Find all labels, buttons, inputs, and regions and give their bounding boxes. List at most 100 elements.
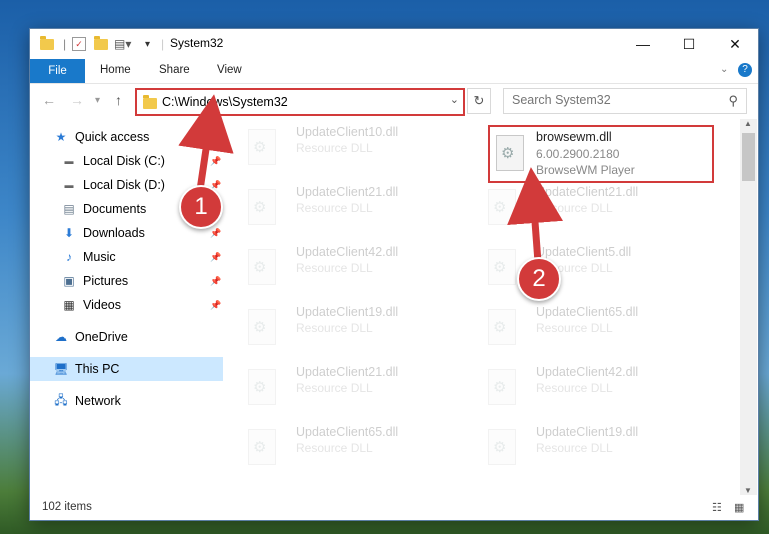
chevron-down-icon[interactable]: ▾ xyxy=(145,35,150,53)
chevron-down-icon[interactable]: ⌄ xyxy=(450,93,459,106)
tab-view[interactable]: View xyxy=(217,64,242,76)
address-row: ← → ▾ ↑ C:\Windows\System32 ⌄ ↻ ⚲ xyxy=(30,84,758,117)
drive-icon: ▬ xyxy=(64,156,74,166)
file-type: Resource DLL xyxy=(536,321,613,335)
vertical-scrollbar[interactable]: ▲ ▼ xyxy=(740,119,757,495)
refresh-button[interactable]: ↻ xyxy=(467,88,491,114)
scroll-up-icon[interactable]: ▲ xyxy=(744,119,752,128)
help-icon[interactable]: ? xyxy=(738,63,752,77)
file-item-browsewm[interactable]: browsewm.dll 6.00.2900.2180 BrowseWM Pla… xyxy=(488,125,714,183)
scrollbar-thumb[interactable] xyxy=(742,133,755,181)
file-name: UpdateClient65.dll xyxy=(296,425,399,439)
documents-icon: ▤ xyxy=(63,202,75,216)
forward-arrow-icon[interactable]: → xyxy=(70,92,84,108)
ribbon: File Home Share View ⌄ ? xyxy=(30,59,758,84)
file-tab[interactable]: File xyxy=(30,59,85,83)
sidebar-item-music[interactable]: ♪ Music 📌 xyxy=(30,245,223,269)
file-item[interactable]: UpdateClient21.dll Resource DLL xyxy=(470,179,700,233)
step-marker-1: 1 xyxy=(179,185,223,229)
file-name: UpdateClient21.dll xyxy=(536,185,639,199)
file-name: UpdateClient19.dll xyxy=(536,425,639,439)
maximize-button[interactable]: ☐ xyxy=(666,29,712,59)
customize-qa-icon[interactable]: ▤▾ xyxy=(114,35,131,53)
file-item[interactable]: UpdateClient19.dll Resource DLL xyxy=(230,299,460,353)
minimize-button[interactable]: — xyxy=(620,29,666,59)
sidebar-item-label: This PC xyxy=(75,362,120,376)
pin-icon[interactable]: 📌 xyxy=(210,300,221,311)
search-input[interactable] xyxy=(510,92,714,108)
sidebar-item-label: Documents xyxy=(83,202,147,216)
file-description: BrowseWM Player xyxy=(536,163,635,177)
file-name: UpdateClient42.dll xyxy=(536,365,639,379)
properties-icon[interactable]: ✓ xyxy=(72,35,86,53)
separator: | xyxy=(63,37,67,51)
file-type: Resource DLL xyxy=(296,321,373,335)
file-type: Resource DLL xyxy=(296,381,373,395)
sidebar-item-pictures[interactable]: ▣ Pictures 📌 xyxy=(30,269,223,293)
expand-ribbon-icon[interactable]: ⌄ xyxy=(720,64,728,75)
dll-file-icon xyxy=(248,129,276,165)
file-name: UpdateClient5.dll xyxy=(536,245,632,259)
file-list: UpdateClient10.dll Resource DLL UpdateCl… xyxy=(230,119,740,489)
cloud-icon: ☁ xyxy=(55,330,67,344)
close-button[interactable]: ✕ xyxy=(712,29,758,59)
title-bar: | ✓ ▤▾ ▾ | System32 — ☐ ✕ xyxy=(30,29,758,59)
sidebar-item-videos[interactable]: ▦ Videos 📌 xyxy=(30,293,223,317)
star-icon: ★ xyxy=(55,130,67,144)
sidebar-item-label: Local Disk (C:) xyxy=(83,154,165,168)
file-item[interactable]: UpdateClient5.dll Resource DLL xyxy=(470,239,700,293)
sidebar-item-onedrive[interactable]: ☁ OneDrive xyxy=(30,325,223,349)
search-icon[interactable]: ⚲ xyxy=(728,93,738,109)
up-arrow-icon[interactable]: ↑ xyxy=(115,92,122,108)
file-item[interactable]: UpdateClient21.dll Resource DLL xyxy=(230,359,460,413)
file-item[interactable]: UpdateClient21.dll Resource DLL xyxy=(230,179,460,233)
download-icon: ⬇ xyxy=(63,226,75,240)
file-type: Resource DLL xyxy=(536,381,613,395)
pin-icon[interactable]: 📌 xyxy=(210,276,221,287)
sidebar-item-quick-access[interactable]: ★ Quick access xyxy=(30,125,223,149)
dll-file-icon xyxy=(488,429,516,465)
file-item[interactable]: UpdateClient42.dll Resource DLL xyxy=(230,239,460,293)
music-icon: ♪ xyxy=(66,250,72,264)
pin-icon[interactable]: 📌 xyxy=(210,228,221,239)
file-item[interactable]: UpdateClient19.dll Resource DLL xyxy=(470,419,700,473)
scroll-down-icon[interactable]: ▼ xyxy=(744,486,752,495)
file-item[interactable]: UpdateClient65.dll Resource DLL xyxy=(470,299,700,353)
explorer-window: | ✓ ▤▾ ▾ | System32 — ☐ ✕ File Home Shar… xyxy=(30,29,758,520)
file-name: UpdateClient42.dll xyxy=(296,245,399,259)
recent-locations-icon[interactable]: ▾ xyxy=(95,95,100,106)
computer-icon: 🖥 xyxy=(53,362,69,376)
file-item[interactable]: UpdateClient65.dll Resource DLL xyxy=(230,419,460,473)
sidebar-item-network[interactable]: 🖧 Network xyxy=(30,389,223,413)
file-name: UpdateClient65.dll xyxy=(536,305,639,319)
file-item[interactable]: UpdateClient10.dll Resource DLL xyxy=(230,119,460,173)
step-marker-2: 2 xyxy=(517,257,561,301)
file-type: Resource DLL xyxy=(296,201,373,215)
address-bar[interactable]: C:\Windows\System32 ⌄ xyxy=(135,88,465,116)
file-name: UpdateClient21.dll xyxy=(296,185,399,199)
item-count: 102 items xyxy=(42,501,92,513)
sidebar-item-this-pc[interactable]: 🖥 This PC xyxy=(30,357,223,381)
pictures-icon: ▣ xyxy=(63,274,75,288)
file-item[interactable]: UpdateClient42.dll Resource DLL xyxy=(470,359,700,413)
status-bar: 102 items ☷ ▦ xyxy=(30,495,758,520)
dll-file-icon xyxy=(248,429,276,465)
sidebar-item-label: Pictures xyxy=(83,274,129,288)
tab-share[interactable]: Share xyxy=(159,64,190,76)
dll-file-icon xyxy=(248,249,276,285)
search-box[interactable]: ⚲ xyxy=(503,88,747,114)
sidebar-item-label: Network xyxy=(75,394,121,408)
large-icons-view-icon[interactable]: ▦ xyxy=(734,501,748,514)
pin-icon[interactable]: 📌 xyxy=(210,156,221,167)
navigation-pane: ★ Quick access ▬ Local Disk (C:) 📌 ▬ Loc… xyxy=(30,119,225,489)
pin-icon[interactable]: 📌 xyxy=(210,252,221,263)
dll-file-icon xyxy=(488,369,516,405)
new-folder-icon[interactable] xyxy=(94,35,108,53)
dll-file-icon xyxy=(496,135,524,171)
sidebar-item-local-disk-c[interactable]: ▬ Local Disk (C:) 📌 xyxy=(30,149,223,173)
file-type: Resource DLL xyxy=(536,441,613,455)
sidebar-item-label: Music xyxy=(83,250,116,264)
tab-home[interactable]: Home xyxy=(100,64,131,76)
back-arrow-icon[interactable]: ← xyxy=(42,92,56,108)
details-view-icon[interactable]: ☷ xyxy=(712,501,726,514)
